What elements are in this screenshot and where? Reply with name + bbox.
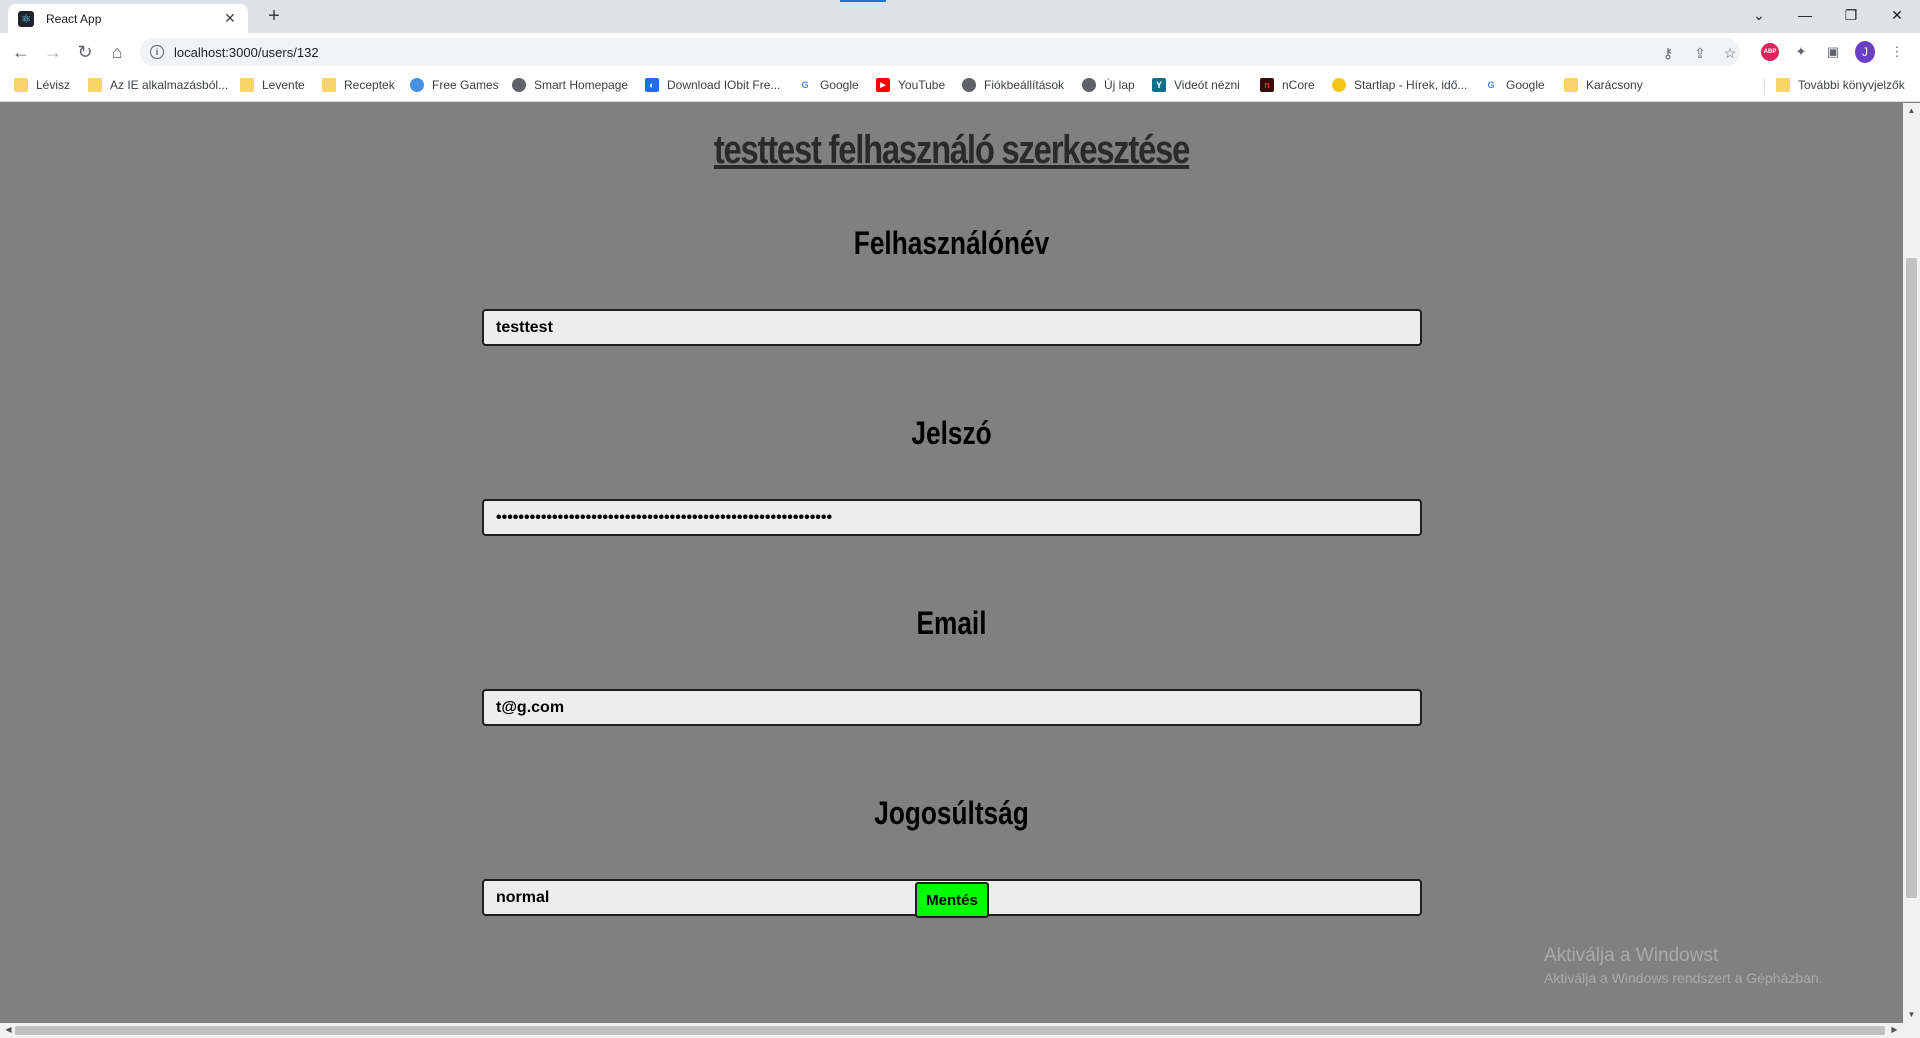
site-info-icon[interactable]: i [150,45,164,59]
bookmark-karacsony[interactable]: Karácsony [1564,78,1643,92]
scroll-up-arrow-icon[interactable]: ▲ [1903,106,1920,115]
save-button[interactable]: Mentés [915,882,989,918]
horizontal-scroll-thumb[interactable] [15,1026,1885,1035]
iobit-icon: ◐ [645,78,659,92]
bookmark-youtube[interactable]: ▶ YouTube [876,78,945,92]
globe-icon [410,78,424,92]
tab-title: React App [46,11,102,26]
bookmark-iobit[interactable]: ◐ Download IObit Fre... [645,78,780,92]
y-icon: Y [1152,78,1166,92]
key-icon[interactable]: ⚷ [1658,43,1678,63]
password-label: Jelszó [911,415,992,451]
tab-strip: ⚛ React App ✕ + ⌄ — ❐ ✕ [0,0,1920,33]
react-favicon-icon: ⚛ [18,10,34,27]
tab-react-app[interactable]: ⚛ React App ✕ [8,4,248,33]
new-tab-button[interactable]: + [260,5,288,29]
bookmark-levisz[interactable]: Lévisz [14,78,70,92]
minimize-button[interactable]: — [1782,0,1828,30]
bookmark-receptek[interactable]: Receptek [322,78,395,92]
side-panel-icon[interactable]: ▣ [1823,42,1843,62]
bookmark-free-games[interactable]: Free Games [410,78,499,92]
globe-icon [512,78,526,92]
bookmark-levente[interactable]: Levente [240,78,305,92]
role-label: Jogosúltság [874,795,1029,831]
youtube-icon: ▶ [876,78,890,92]
globe-icon [1082,78,1096,92]
folder-icon [14,78,28,92]
kebab-menu-icon[interactable]: ⋮ [1887,42,1907,62]
email-label: Email [916,605,987,641]
home-icon[interactable]: ⌂ [103,38,131,66]
reload-icon[interactable]: ↻ [71,38,99,66]
bookmark-ncore[interactable]: n nCore [1260,78,1315,92]
share-icon[interactable]: ⇪ [1690,43,1710,63]
adblock-plus-icon[interactable]: ABP [1760,42,1780,62]
bookmarks-bar: Lévisz Az IE alkalmazásból... Levente Re… [0,71,1920,102]
page-title: testtest felhasználó szerkesztése [713,128,1191,172]
address-bar[interactable]: i localhost:3000/users/132 ⚷ ⇪ ☆ [140,38,1740,66]
username-label: Felhasználónév [853,225,1050,261]
folder-icon [322,78,336,92]
username-input[interactable] [482,309,1422,346]
bookmark-startlap[interactable]: Startlap - Hírek, idő... [1332,78,1467,92]
folder-icon [240,78,254,92]
restore-button[interactable]: ❐ [1828,0,1874,30]
url-text[interactable]: localhost:3000/users/132 [174,45,319,60]
tab-close-icon[interactable]: ✕ [222,10,238,27]
bookmark-star-icon[interactable]: ☆ [1720,43,1740,63]
startlap-icon [1332,78,1346,92]
google-icon: G [801,80,809,90]
windows-activation-title: Aktiválja a Windowst [1544,945,1719,966]
tab-search-chevron-icon[interactable]: ⌄ [1736,0,1782,30]
close-window-button[interactable]: ✕ [1874,0,1920,30]
folder-icon [1776,78,1790,92]
bookmark-uj-lap[interactable]: Új lap [1082,78,1135,92]
ncore-icon: n [1260,78,1274,92]
password-input[interactable] [482,499,1422,536]
tab-drag-indicator [840,0,886,2]
google-icon: G [1487,80,1495,90]
bookmark-smart-homepage[interactable]: Smart Homepage [512,78,628,92]
bookmark-fiokbeallitasok[interactable]: Fiókbeállítások [962,78,1064,92]
windows-activation-subtitle: Aktiválja a Windows rendszert a Gépházba… [1544,970,1823,986]
folder-icon [88,78,102,92]
extensions-puzzle-icon[interactable]: ✦ [1791,42,1811,62]
back-arrow-icon[interactable]: ← [7,38,35,66]
bookmarks-divider [1764,79,1765,95]
email-input[interactable] [482,689,1422,726]
bookmark-google[interactable]: G Google [798,78,858,92]
forward-arrow-icon[interactable]: → [39,38,67,66]
vertical-scroll-thumb[interactable] [1906,258,1917,898]
globe-icon [962,78,976,92]
browser-toolbar: ← → ↻ ⌂ i localhost:3000/users/132 ⚷ ⇪ ☆… [0,33,1920,71]
scroll-right-arrow-icon[interactable]: ▶ [1886,1025,1903,1034]
bookmark-other-folder[interactable]: További könyvjelzők [1776,78,1905,92]
scroll-down-arrow-icon[interactable]: ▼ [1903,1010,1920,1019]
bookmark-google-2[interactable]: G Google [1484,78,1544,92]
folder-icon [1564,78,1578,92]
bookmark-ie-import[interactable]: Az IE alkalmazásból... [88,78,228,92]
profile-avatar[interactable]: J [1855,41,1875,63]
bookmark-videot-nezni[interactable]: Y Videót nézni [1152,78,1240,92]
